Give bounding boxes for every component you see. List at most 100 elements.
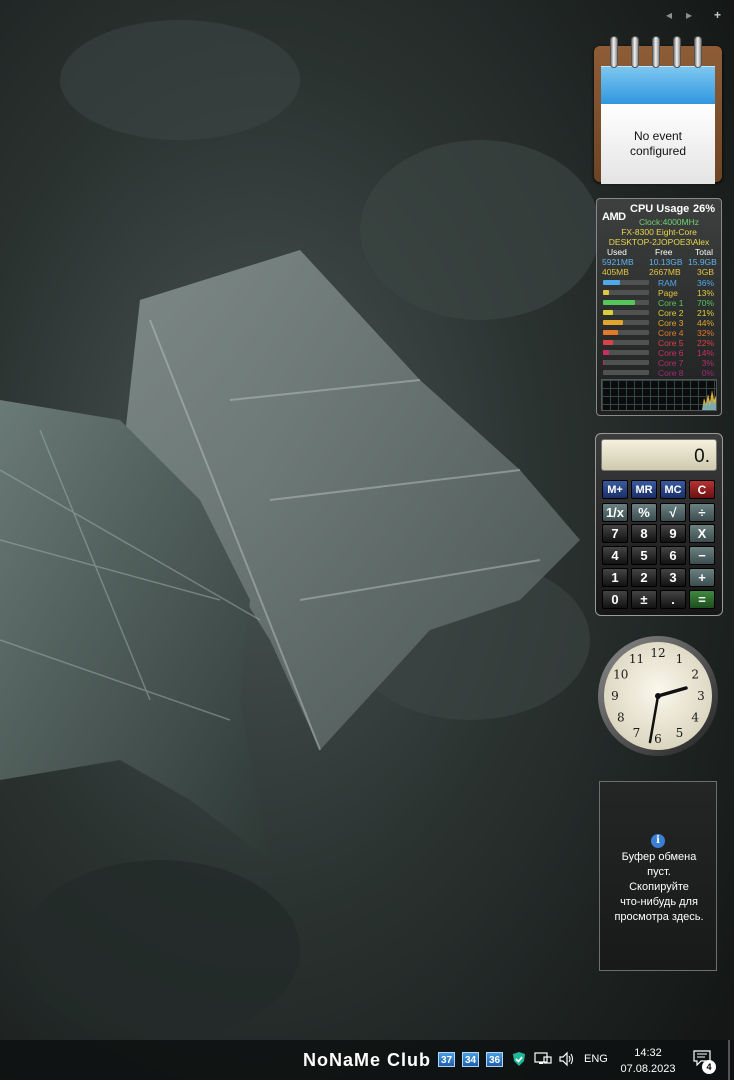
calc-key[interactable]: % (631, 503, 657, 522)
volume-icon[interactable] (558, 1051, 576, 1067)
cpu-bar-value: 22% (696, 338, 714, 348)
cpu-bar-label: Core 7 (658, 358, 684, 368)
tray-number-icon[interactable]: 34 (462, 1052, 479, 1067)
cpu-bar-value: 14% (696, 348, 714, 358)
network-icon[interactable] (534, 1051, 552, 1067)
cpu-bar-row: RAM 36% (597, 278, 721, 288)
calc-key[interactable]: 9 (660, 524, 686, 543)
calc-key[interactable]: MC (660, 480, 686, 499)
header-total: Total (695, 247, 713, 257)
calc-key[interactable]: 1 (602, 568, 628, 587)
cpu-bar-value: 32% (696, 328, 714, 338)
cpu-bar-track (603, 310, 649, 315)
cpu-bar-fill (603, 350, 610, 355)
clipboard-line: что-нибудь для (620, 896, 698, 908)
clipboard-line: Скопируйте (629, 881, 689, 893)
calc-key[interactable]: √ (660, 503, 686, 522)
cpu-bar-row: Core 4 32% (597, 328, 721, 338)
clipboard-gadget[interactable]: i Буфер обмена пуст. Скопируйте что-нибу… (599, 781, 717, 971)
clipboard-line: пуст. (647, 866, 671, 878)
calc-key[interactable]: 2 (631, 568, 657, 587)
clock-number: 5 (676, 726, 684, 740)
brand-logo: NoNaMe Club (303, 1050, 431, 1070)
show-desktop-button[interactable] (728, 1040, 730, 1080)
cpu-bar-fill (603, 330, 618, 335)
cpu-bar-value: 36% (696, 278, 714, 288)
cpu-bar-fill (603, 360, 605, 365)
calc-key[interactable]: − (689, 546, 715, 565)
calc-key[interactable]: MR (631, 480, 657, 499)
calc-key[interactable]: 1/x (602, 503, 628, 522)
calendar-page: No event configured (601, 104, 715, 184)
ram-total: 15.9GB (688, 257, 717, 267)
calc-key[interactable]: ÷ (689, 503, 715, 522)
cpu-bar-track (603, 340, 649, 345)
cpu-bar-label: Core 3 (658, 318, 684, 328)
cpu-bar-value: 21% (696, 308, 714, 318)
ram-free: 10.13GB (649, 257, 683, 267)
calc-key[interactable]: 0 (602, 590, 628, 609)
calc-key[interactable]: 8 (631, 524, 657, 543)
cpu-bar-track (603, 300, 649, 305)
cpu-bar-fill (603, 280, 620, 285)
calc-key[interactable]: 5 (631, 546, 657, 565)
clock-number: 9 (611, 689, 619, 703)
calc-key[interactable]: + (689, 568, 715, 587)
calc-key[interactable]: . (660, 590, 686, 609)
cpu-usage-percent: 26% (692, 203, 715, 215)
calculator-gadget[interactable]: 0. M+ MR MC C 1/x% √ ÷ 7 8 9 X 4 5 6− 1 2 3 +0 ±. = (595, 433, 723, 616)
add-gadget-icon[interactable]: + (714, 8, 721, 22)
calc-key[interactable]: 4 (602, 546, 628, 565)
calculator-display: 0. (601, 439, 717, 471)
cpu-usage-gadget[interactable]: AMD CPU Usage 26% Clock:4000MHz FX-8300 … (596, 198, 722, 416)
cpu-bar-value: 70% (696, 298, 714, 308)
page-used: 405MB (602, 267, 629, 277)
calc-key[interactable]: C (689, 480, 715, 499)
cpu-bar-row: Page 13% (597, 288, 721, 298)
clock-number: 3 (697, 689, 705, 703)
cpu-bar-fill (603, 300, 636, 305)
clock-number: 8 (617, 711, 625, 725)
calc-key[interactable]: M+ (602, 480, 628, 499)
clock-center (655, 693, 661, 699)
clipboard-empty-message: Буфер обмена пуст. Скопируйте что-нибудь… (606, 850, 712, 925)
clock-number: 12 (650, 646, 665, 660)
tray-number-icon[interactable]: 36 (486, 1052, 503, 1067)
sidebar-next-icon[interactable]: ▸ (686, 8, 692, 22)
calendar-message-line2: configured (629, 144, 687, 158)
calendar-header (601, 66, 715, 105)
shield-icon[interactable] (512, 1051, 526, 1067)
clock-number: 6 (654, 732, 662, 746)
cpu-bar-track (603, 320, 649, 325)
sidebar-prev-icon[interactable]: ◂ (666, 8, 672, 22)
cpu-bar-label: Core 1 (658, 298, 684, 308)
cpu-bar-row: Core 5 22% (597, 338, 721, 348)
calendar-ring-icon (673, 36, 681, 68)
system-clock[interactable]: 14:32 07.08.2023 (620, 1045, 676, 1077)
tray-number-icon[interactable]: 37 (438, 1052, 455, 1067)
cpu-bar-row: Core 6 14% (597, 348, 721, 358)
cpu-bar-track (603, 360, 649, 365)
calendar-gadget[interactable]: No event configured (594, 36, 722, 184)
header-free: Free (655, 247, 673, 257)
cpu-bar-row: Core 3 44% (597, 318, 721, 328)
date-text: 07.08.2023 (620, 1063, 676, 1075)
clock-number: 4 (691, 711, 699, 725)
calc-key[interactable]: ± (631, 590, 657, 609)
calc-key[interactable]: X (689, 524, 715, 543)
language-indicator[interactable]: ENG (584, 1053, 608, 1065)
cpu-bar-track (603, 370, 649, 375)
cpu-bar-row: Core 8 0% (597, 368, 721, 378)
cpu-bar-fill (603, 340, 614, 345)
calc-key[interactable]: 7 (602, 524, 628, 543)
analog-clock-gadget[interactable]: 12 12 3 45678 9 1011 (596, 634, 720, 758)
calendar-ring-icon (652, 36, 660, 68)
calc-key[interactable]: 6 (660, 546, 686, 565)
cpu-bar-label: RAM (658, 278, 677, 288)
cpu-bar-label: Core 2 (658, 308, 684, 318)
calc-key[interactable]: = (689, 590, 715, 609)
cpu-bar-label: Core 4 (658, 328, 684, 338)
calendar-ring-icon (631, 36, 639, 68)
calendar-ring-icon (694, 36, 702, 68)
calc-key[interactable]: 3 (660, 568, 686, 587)
